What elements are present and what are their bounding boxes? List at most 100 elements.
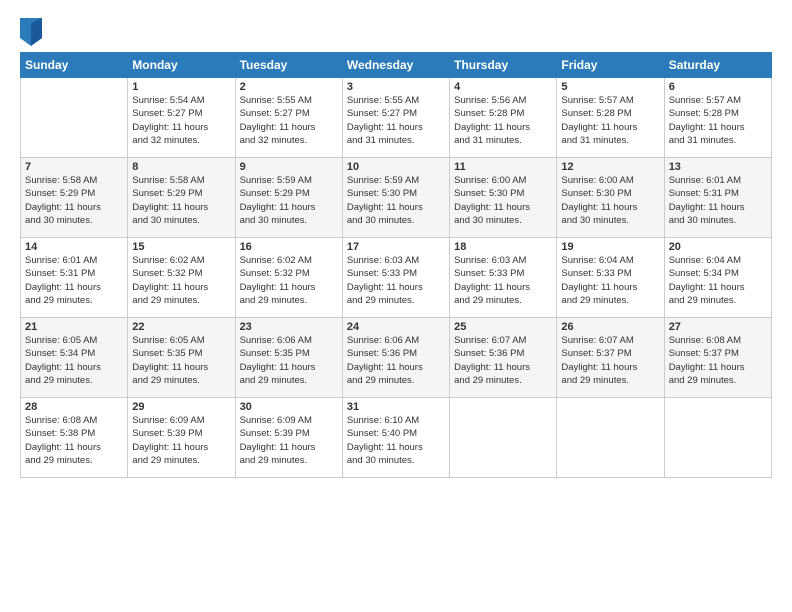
day-cell: 22Sunrise: 6:05 AMSunset: 5:35 PMDayligh… — [128, 318, 235, 398]
week-row-2: 7Sunrise: 5:58 AMSunset: 5:29 PMDaylight… — [21, 158, 772, 238]
day-cell: 21Sunrise: 6:05 AMSunset: 5:34 PMDayligh… — [21, 318, 128, 398]
day-cell: 19Sunrise: 6:04 AMSunset: 5:33 PMDayligh… — [557, 238, 664, 318]
logo-icon — [20, 18, 42, 46]
header-cell-tuesday: Tuesday — [235, 53, 342, 78]
cell-content: Sunrise: 6:08 AMSunset: 5:38 PMDaylight:… — [25, 414, 123, 467]
day-number: 22 — [132, 321, 230, 333]
day-cell: 23Sunrise: 6:06 AMSunset: 5:35 PMDayligh… — [235, 318, 342, 398]
header-cell-friday: Friday — [557, 53, 664, 78]
day-cell: 3Sunrise: 5:55 AMSunset: 5:27 PMDaylight… — [342, 78, 449, 158]
cell-content: Sunrise: 6:01 AMSunset: 5:31 PMDaylight:… — [669, 174, 767, 227]
day-cell: 8Sunrise: 5:58 AMSunset: 5:29 PMDaylight… — [128, 158, 235, 238]
calendar-table: SundayMondayTuesdayWednesdayThursdayFrid… — [20, 52, 772, 478]
cell-content: Sunrise: 5:59 AMSunset: 5:29 PMDaylight:… — [240, 174, 338, 227]
header-cell-sunday: Sunday — [21, 53, 128, 78]
day-cell: 27Sunrise: 6:08 AMSunset: 5:37 PMDayligh… — [664, 318, 771, 398]
cell-content: Sunrise: 6:05 AMSunset: 5:34 PMDaylight:… — [25, 334, 123, 387]
day-cell: 25Sunrise: 6:07 AMSunset: 5:36 PMDayligh… — [450, 318, 557, 398]
cell-content: Sunrise: 6:04 AMSunset: 5:33 PMDaylight:… — [561, 254, 659, 307]
cell-content: Sunrise: 6:06 AMSunset: 5:36 PMDaylight:… — [347, 334, 445, 387]
day-cell: 18Sunrise: 6:03 AMSunset: 5:33 PMDayligh… — [450, 238, 557, 318]
day-cell: 12Sunrise: 6:00 AMSunset: 5:30 PMDayligh… — [557, 158, 664, 238]
cell-content: Sunrise: 6:02 AMSunset: 5:32 PMDaylight:… — [132, 254, 230, 307]
day-number: 11 — [454, 161, 552, 173]
day-number: 17 — [347, 241, 445, 253]
day-cell: 2Sunrise: 5:55 AMSunset: 5:27 PMDaylight… — [235, 78, 342, 158]
day-number: 19 — [561, 241, 659, 253]
day-number: 26 — [561, 321, 659, 333]
day-cell: 20Sunrise: 6:04 AMSunset: 5:34 PMDayligh… — [664, 238, 771, 318]
day-cell: 9Sunrise: 5:59 AMSunset: 5:29 PMDaylight… — [235, 158, 342, 238]
header-cell-wednesday: Wednesday — [342, 53, 449, 78]
day-number: 27 — [669, 321, 767, 333]
day-cell: 30Sunrise: 6:09 AMSunset: 5:39 PMDayligh… — [235, 398, 342, 478]
header — [20, 18, 772, 46]
header-cell-saturday: Saturday — [664, 53, 771, 78]
day-cell: 15Sunrise: 6:02 AMSunset: 5:32 PMDayligh… — [128, 238, 235, 318]
day-cell — [450, 398, 557, 478]
day-number: 20 — [669, 241, 767, 253]
cell-content: Sunrise: 5:57 AMSunset: 5:28 PMDaylight:… — [669, 94, 767, 147]
day-cell: 29Sunrise: 6:09 AMSunset: 5:39 PMDayligh… — [128, 398, 235, 478]
day-number: 14 — [25, 241, 123, 253]
day-number: 15 — [132, 241, 230, 253]
cell-content: Sunrise: 6:03 AMSunset: 5:33 PMDaylight:… — [347, 254, 445, 307]
day-number: 31 — [347, 401, 445, 413]
day-number: 12 — [561, 161, 659, 173]
week-row-4: 21Sunrise: 6:05 AMSunset: 5:34 PMDayligh… — [21, 318, 772, 398]
cell-content: Sunrise: 6:08 AMSunset: 5:37 PMDaylight:… — [669, 334, 767, 387]
day-cell: 6Sunrise: 5:57 AMSunset: 5:28 PMDaylight… — [664, 78, 771, 158]
page: SundayMondayTuesdayWednesdayThursdayFrid… — [0, 0, 792, 612]
cell-content: Sunrise: 6:09 AMSunset: 5:39 PMDaylight:… — [132, 414, 230, 467]
day-number: 29 — [132, 401, 230, 413]
cell-content: Sunrise: 6:01 AMSunset: 5:31 PMDaylight:… — [25, 254, 123, 307]
cell-content: Sunrise: 6:07 AMSunset: 5:36 PMDaylight:… — [454, 334, 552, 387]
day-cell: 1Sunrise: 5:54 AMSunset: 5:27 PMDaylight… — [128, 78, 235, 158]
header-row: SundayMondayTuesdayWednesdayThursdayFrid… — [21, 53, 772, 78]
day-number: 30 — [240, 401, 338, 413]
cell-content: Sunrise: 5:55 AMSunset: 5:27 PMDaylight:… — [347, 94, 445, 147]
day-number: 23 — [240, 321, 338, 333]
cell-content: Sunrise: 6:04 AMSunset: 5:34 PMDaylight:… — [669, 254, 767, 307]
day-cell: 5Sunrise: 5:57 AMSunset: 5:28 PMDaylight… — [557, 78, 664, 158]
day-number: 28 — [25, 401, 123, 413]
day-cell: 26Sunrise: 6:07 AMSunset: 5:37 PMDayligh… — [557, 318, 664, 398]
day-number: 16 — [240, 241, 338, 253]
day-number: 1 — [132, 81, 230, 93]
cell-content: Sunrise: 6:07 AMSunset: 5:37 PMDaylight:… — [561, 334, 659, 387]
cell-content: Sunrise: 5:55 AMSunset: 5:27 PMDaylight:… — [240, 94, 338, 147]
cell-content: Sunrise: 6:00 AMSunset: 5:30 PMDaylight:… — [561, 174, 659, 227]
day-number: 25 — [454, 321, 552, 333]
cell-content: Sunrise: 6:06 AMSunset: 5:35 PMDaylight:… — [240, 334, 338, 387]
day-number: 9 — [240, 161, 338, 173]
day-cell: 14Sunrise: 6:01 AMSunset: 5:31 PMDayligh… — [21, 238, 128, 318]
day-number: 8 — [132, 161, 230, 173]
day-cell: 10Sunrise: 5:59 AMSunset: 5:30 PMDayligh… — [342, 158, 449, 238]
day-number: 4 — [454, 81, 552, 93]
cell-content: Sunrise: 6:02 AMSunset: 5:32 PMDaylight:… — [240, 254, 338, 307]
day-cell: 28Sunrise: 6:08 AMSunset: 5:38 PMDayligh… — [21, 398, 128, 478]
cell-content: Sunrise: 5:57 AMSunset: 5:28 PMDaylight:… — [561, 94, 659, 147]
header-cell-thursday: Thursday — [450, 53, 557, 78]
day-number: 18 — [454, 241, 552, 253]
day-number: 21 — [25, 321, 123, 333]
cell-content: Sunrise: 5:59 AMSunset: 5:30 PMDaylight:… — [347, 174, 445, 227]
day-cell: 7Sunrise: 5:58 AMSunset: 5:29 PMDaylight… — [21, 158, 128, 238]
day-cell: 11Sunrise: 6:00 AMSunset: 5:30 PMDayligh… — [450, 158, 557, 238]
cell-content: Sunrise: 6:05 AMSunset: 5:35 PMDaylight:… — [132, 334, 230, 387]
day-cell: 13Sunrise: 6:01 AMSunset: 5:31 PMDayligh… — [664, 158, 771, 238]
week-row-5: 28Sunrise: 6:08 AMSunset: 5:38 PMDayligh… — [21, 398, 772, 478]
cell-content: Sunrise: 6:10 AMSunset: 5:40 PMDaylight:… — [347, 414, 445, 467]
week-row-3: 14Sunrise: 6:01 AMSunset: 5:31 PMDayligh… — [21, 238, 772, 318]
day-cell: 4Sunrise: 5:56 AMSunset: 5:28 PMDaylight… — [450, 78, 557, 158]
day-number: 3 — [347, 81, 445, 93]
cell-content: Sunrise: 6:00 AMSunset: 5:30 PMDaylight:… — [454, 174, 552, 227]
day-cell — [21, 78, 128, 158]
day-number: 5 — [561, 81, 659, 93]
day-cell — [664, 398, 771, 478]
logo — [20, 18, 46, 46]
cell-content: Sunrise: 5:58 AMSunset: 5:29 PMDaylight:… — [25, 174, 123, 227]
day-number: 2 — [240, 81, 338, 93]
day-cell: 17Sunrise: 6:03 AMSunset: 5:33 PMDayligh… — [342, 238, 449, 318]
cell-content: Sunrise: 5:56 AMSunset: 5:28 PMDaylight:… — [454, 94, 552, 147]
